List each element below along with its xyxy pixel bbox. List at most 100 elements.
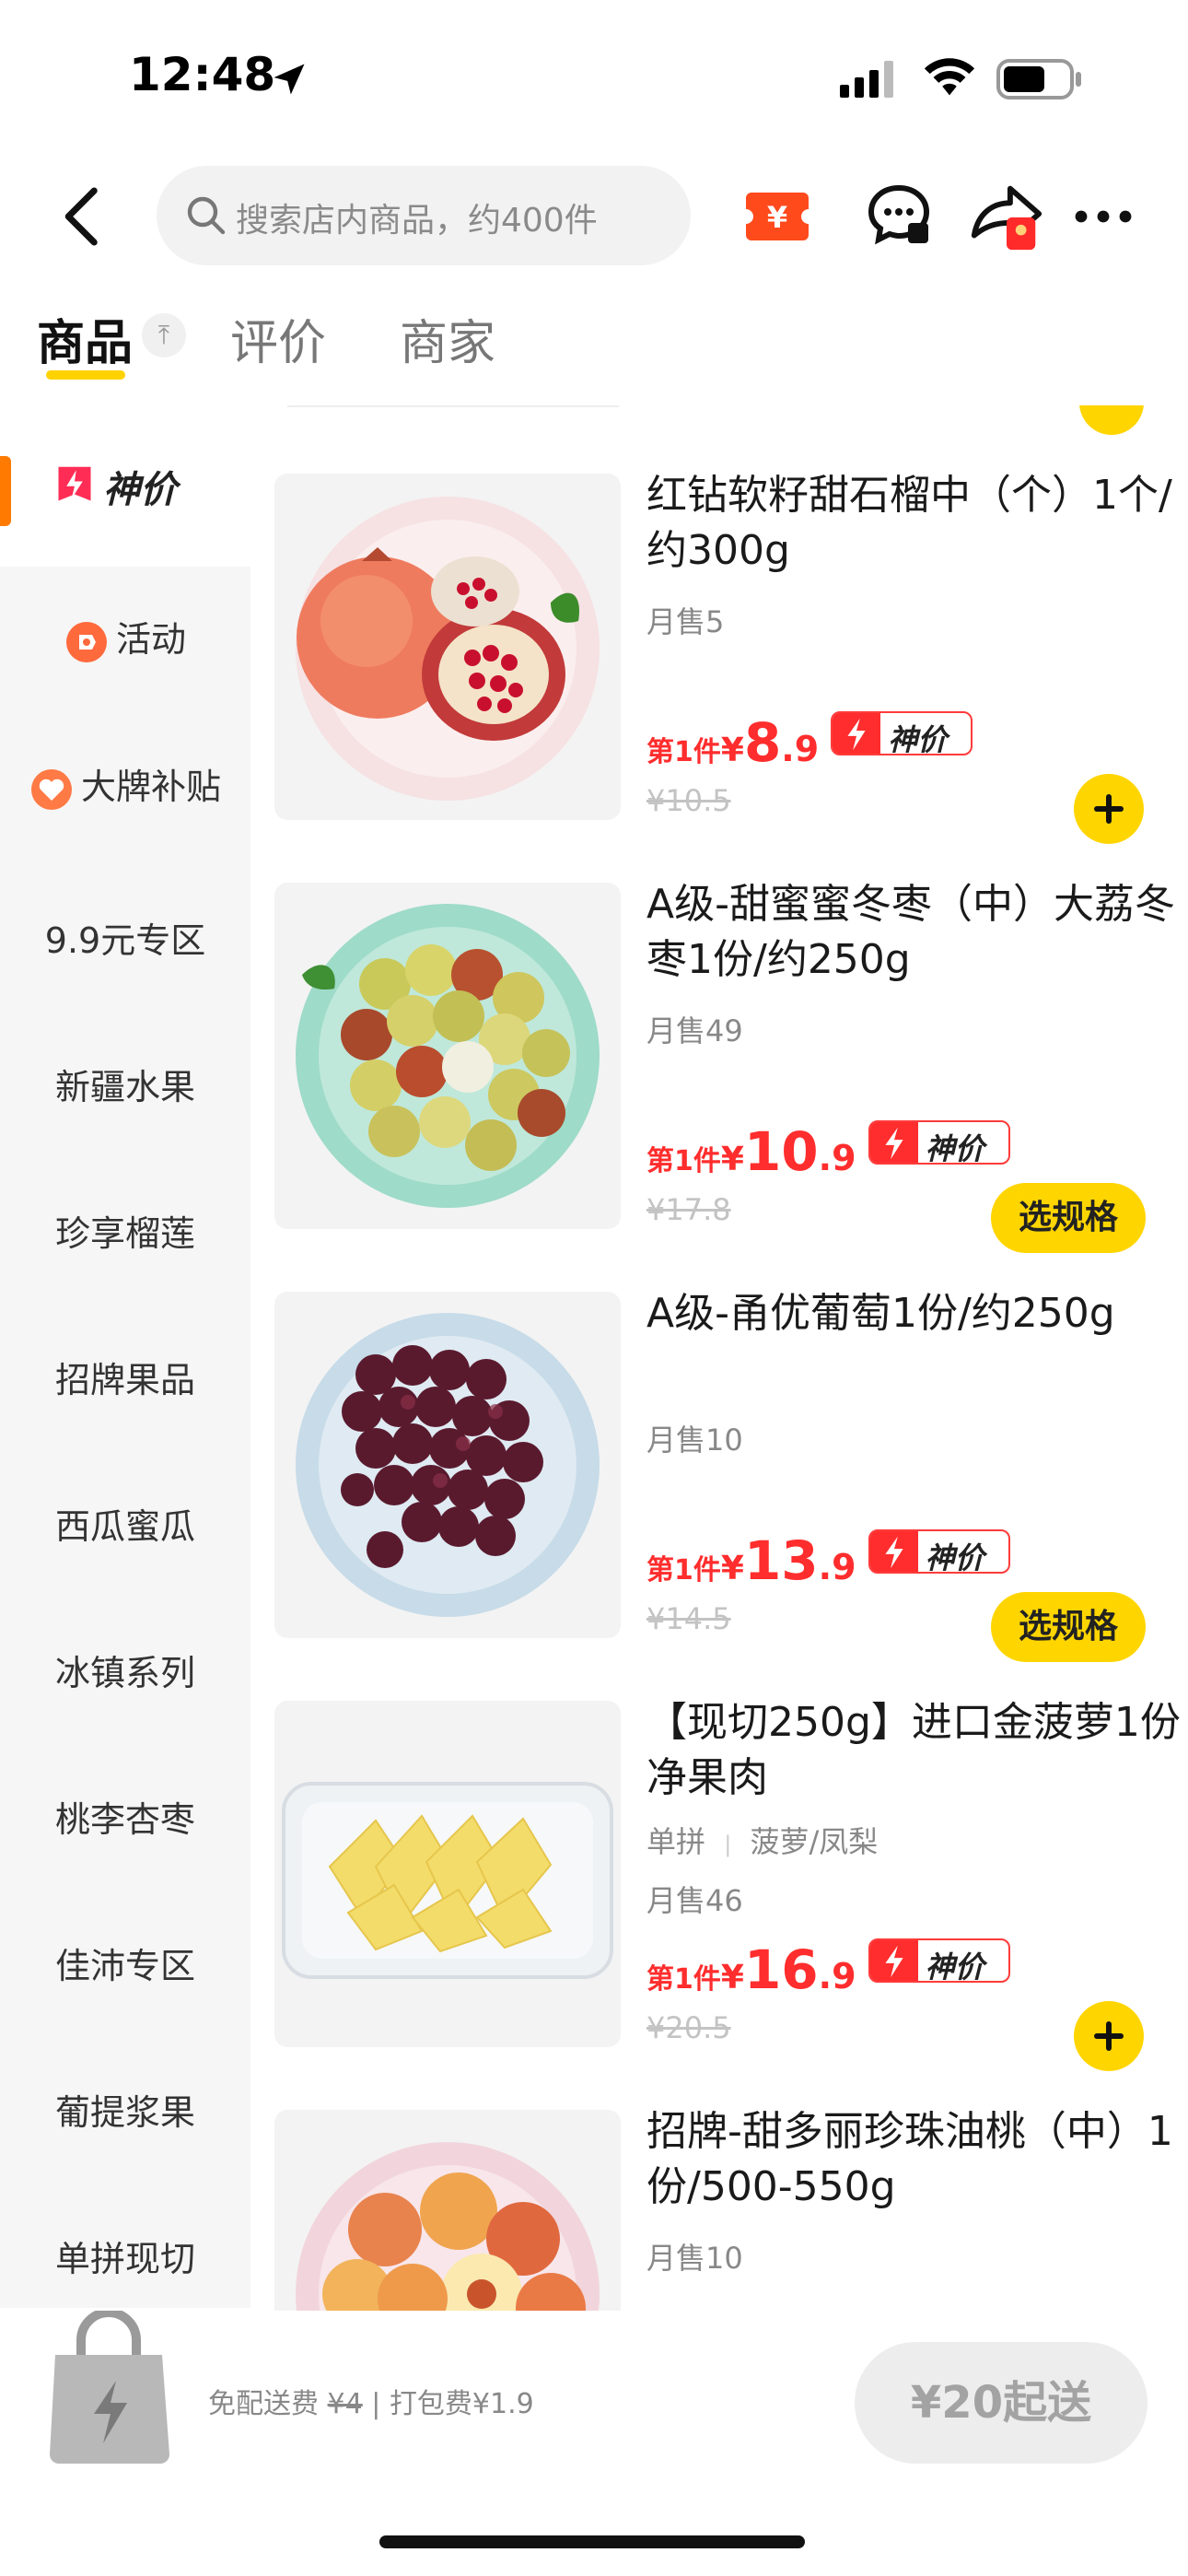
deal-price-badge-label: 神价 (925, 1131, 984, 1165)
status-bar: 12:48 (0, 0, 1188, 157)
status-time: 12:48 (129, 48, 276, 101)
product-image-pomegranate[interactable] (274, 474, 621, 820)
add-to-cart-button[interactable] (1074, 774, 1144, 844)
product-image-nectarine[interactable] (274, 2110, 621, 2313)
lightning-icon (833, 713, 881, 754)
product-card[interactable]: A级-甬优葡萄1份/约250g 月售10 第1件¥13.9 神价 ¥14.5 选… (250, 1290, 1188, 1679)
home-indicator[interactable] (379, 2535, 805, 2548)
sidebar-item-fresh-cut[interactable]: 单拼现切 (0, 2231, 250, 2281)
price-decimal: .9 (818, 1956, 856, 1996)
coupon-symbol: ¥ (767, 200, 787, 235)
sidebar-item-activity[interactable]: 活动 (0, 611, 250, 664)
add-button-partial[interactable] (1079, 405, 1144, 435)
deal-price-badge: 神价 (868, 1120, 1010, 1165)
price-currency: ¥ (720, 1959, 744, 1996)
add-to-cart-button[interactable] (1074, 2001, 1144, 2071)
product-tags: 单拼 | 菠萝/凤梨 (646, 1819, 878, 1861)
shopping-bag-icon[interactable] (41, 2311, 179, 2467)
sidebar-item-melons[interactable]: 西瓜蜜瓜 (0, 1498, 250, 1549)
location-arrow-icon (274, 64, 305, 95)
tab-products[interactable]: 商品 (37, 304, 133, 373)
delivery-original-fee: ¥4 (327, 2388, 363, 2420)
deal-price-badge-label: 神价 (925, 1950, 984, 1983)
pomegranate-image (296, 497, 600, 801)
lightning-icon (869, 1940, 918, 1981)
price-integer: 16 (743, 1938, 819, 2001)
min-order-button[interactable]: ¥20起送 (855, 2342, 1147, 2464)
price-decimal: .9 (781, 729, 820, 769)
price-decimal: .9 (818, 1547, 856, 1587)
deal-price-badge: 神价 (868, 1529, 1010, 1574)
product-name: 【现切250g】进口金菠萝1份净果肉 (646, 1699, 1181, 1801)
product-price: 第1件¥10.9 神价 (646, 1120, 1010, 1183)
product-image-pineapple[interactable] (274, 1701, 621, 2047)
nav-bar: 搜索店内商品，约400件 ¥ (0, 157, 1188, 276)
product-price: 第1件¥16.9 神价 (646, 1938, 1010, 2001)
product-original-price: ¥10.5 (646, 783, 731, 818)
price-integer: 8 (743, 711, 782, 774)
product-monthly-sales: 月售46 (646, 1883, 743, 1918)
deal-price-badge: 神价 (831, 711, 973, 755)
customer-service-chat-icon[interactable] (866, 182, 932, 249)
product-card[interactable]: 【现切250g】进口金菠萝1份净果肉 单拼 | 菠萝/凤梨 月售46 第1件¥1… (250, 1699, 1188, 2088)
sidebar-item-stone-fruit[interactable]: 桃李杏枣 (0, 1791, 250, 1842)
product-name: 红钻软籽甜石榴中（个）1个/约300g (646, 472, 1172, 574)
sidebar-item-durian[interactable]: 珍享榴莲 (0, 1205, 250, 1256)
product-price: 第1件¥8.9 神价 (646, 711, 973, 774)
search-input[interactable]: 搜索店内商品，约400件 (157, 166, 691, 265)
delivery-fee-info: 免配送费 ¥4 | 打包费¥1.9 (208, 2381, 534, 2421)
sidebar-item-signature[interactable]: 招牌果品 (0, 1352, 250, 1402)
nectarine-image (296, 2142, 600, 2313)
sidebar-divider (0, 567, 250, 603)
sidebar-item-chilled[interactable]: 冰镇系列 (0, 1645, 250, 1695)
product-monthly-sales: 月售10 (646, 2241, 743, 2276)
product-image-grapes[interactable] (274, 1292, 621, 1638)
coupon-icon[interactable]: ¥ (744, 188, 810, 245)
product-monthly-sales: 月售49 (646, 1013, 743, 1048)
sidebar-item-xinjiang[interactable]: 新疆水果 (0, 1059, 250, 1109)
product-card[interactable]: A级-甜蜜蜜冬枣（中）大荔冬枣1份/约250g 月售49 第1件¥10.9 神价… (250, 881, 1188, 1270)
sidebar-item-active[interactable]: 神价 (0, 410, 250, 567)
sidebar-item-9-9[interactable]: 9.9元专区 (0, 912, 250, 963)
free-delivery-label: 免配送费 (208, 2388, 319, 2420)
product-monthly-sales: 月售5 (646, 604, 725, 639)
product-monthly-sales: 月售10 (646, 1423, 743, 1458)
battery-icon (996, 59, 1081, 100)
product-image-jujube[interactable] (274, 883, 621, 1229)
price-integer: 13 (743, 1529, 819, 1592)
collapse-top-icon[interactable]: ⤒ (142, 313, 186, 357)
lightning-badge-icon (58, 466, 91, 501)
product-card[interactable]: 红钻软籽甜石榴中（个）1个/约300g 月售5 第1件¥8.9 神价 ¥10.5 (250, 472, 1188, 861)
select-spec-button[interactable]: 选规格 (991, 1183, 1146, 1253)
search-icon (187, 196, 226, 235)
store-tabs: 商品 ⤒ 评价 商家 (0, 286, 1188, 396)
product-original-price: ¥14.5 (646, 1601, 731, 1636)
tab-reviews[interactable]: 评价 (230, 304, 326, 373)
sidebar-item-berries[interactable]: 葡提浆果 (0, 2084, 250, 2135)
product-list[interactable]: 红钻软籽甜石榴中（个）1个/约300g 月售5 第1件¥8.9 神价 ¥10.5 (250, 405, 1188, 2313)
more-options-icon[interactable] (1074, 203, 1133, 230)
price-currency: ¥ (720, 1550, 744, 1587)
deal-price-badge: 神价 (868, 1938, 1010, 1983)
fee-separator: | (371, 2388, 381, 2420)
search-placeholder: 搜索店内商品，约400件 (236, 202, 598, 240)
product-tag: 菠萝/凤梨 (750, 1824, 879, 1859)
price-decimal: .9 (818, 1138, 856, 1178)
heart-badge-icon (30, 768, 72, 810)
list-divider (287, 405, 619, 407)
select-spec-button[interactable]: 选规格 (991, 1592, 1146, 1662)
packing-fee: 打包费¥1.9 (389, 2388, 534, 2420)
deal-price-badge-label: 神价 (925, 1540, 984, 1574)
sidebar-item-brand-subsidy[interactable]: 大牌补贴 (0, 758, 250, 812)
price-integer: 10 (743, 1120, 819, 1183)
back-arrow-icon[interactable] (55, 184, 111, 249)
share-red-packet-icon[interactable] (967, 181, 1046, 254)
wifi-icon (924, 58, 975, 96)
sidebar-item-zespri[interactable]: 佳沛专区 (0, 1938, 250, 1988)
product-card[interactable]: 招牌-甜多丽珍珠油桃（中）1份/500-550g 月售10 (250, 2108, 1188, 2313)
price-currency: ¥ (720, 732, 744, 769)
tab-merchant[interactable]: 商家 (400, 304, 495, 373)
product-name: 招牌-甜多丽珍珠油桃（中）1份/500-550g (646, 2108, 1173, 2210)
price-prefix: 第1件 (646, 736, 721, 768)
price-prefix: 第1件 (646, 1554, 721, 1587)
